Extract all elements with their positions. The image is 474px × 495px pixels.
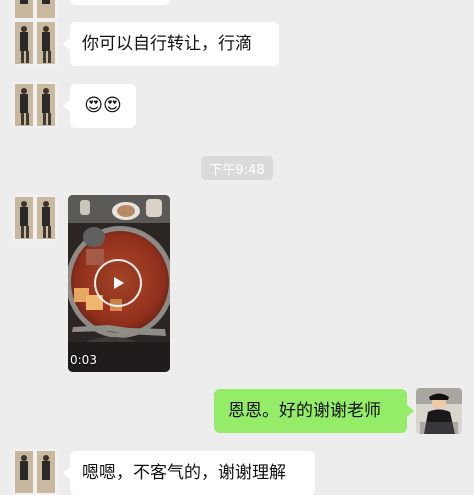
avatar-image (416, 388, 462, 434)
message-text: 你可以自行转让，行滴 (82, 33, 252, 54)
sender-avatar[interactable] (12, 195, 58, 241)
avatar-image (12, 0, 58, 20)
message-bubble-2[interactable]: 😍😍 (70, 84, 136, 128)
sender-avatar[interactable] (12, 20, 58, 66)
message-text: 恩恩。好的谢谢老师 (228, 400, 381, 421)
bubble-tail (407, 405, 414, 417)
play-button[interactable] (94, 259, 142, 307)
timestamp-label: 下午9:48 (201, 156, 273, 180)
own-avatar[interactable] (416, 388, 462, 434)
bubble-tail (63, 38, 70, 50)
avatar-image (12, 195, 58, 241)
message-bubble-top-partial[interactable] (70, 0, 170, 5)
message-bubble-outgoing[interactable]: 恩恩。好的谢谢老师 (214, 389, 407, 433)
sender-avatar[interactable] (12, 82, 58, 128)
emoji-text: 😍😍 (84, 95, 122, 116)
avatar-image (12, 82, 58, 128)
message-bubble-1[interactable]: 你可以自行转让，行滴 (70, 22, 279, 66)
bubble-tail (63, 467, 70, 479)
message-bubble-5[interactable]: 嗯嗯，不客气的，谢谢理解 (70, 451, 315, 495)
video-message[interactable] (68, 195, 170, 372)
bubble-tail (63, 100, 70, 112)
message-text: 嗯嗯，不客气的，谢谢理解 (82, 462, 286, 483)
avatar-image (12, 20, 58, 66)
video-duration: 0:03 (70, 353, 97, 367)
avatar-image (12, 449, 58, 495)
play-icon (114, 277, 124, 289)
sender-avatar[interactable] (12, 0, 58, 20)
sender-avatar[interactable] (12, 449, 58, 495)
